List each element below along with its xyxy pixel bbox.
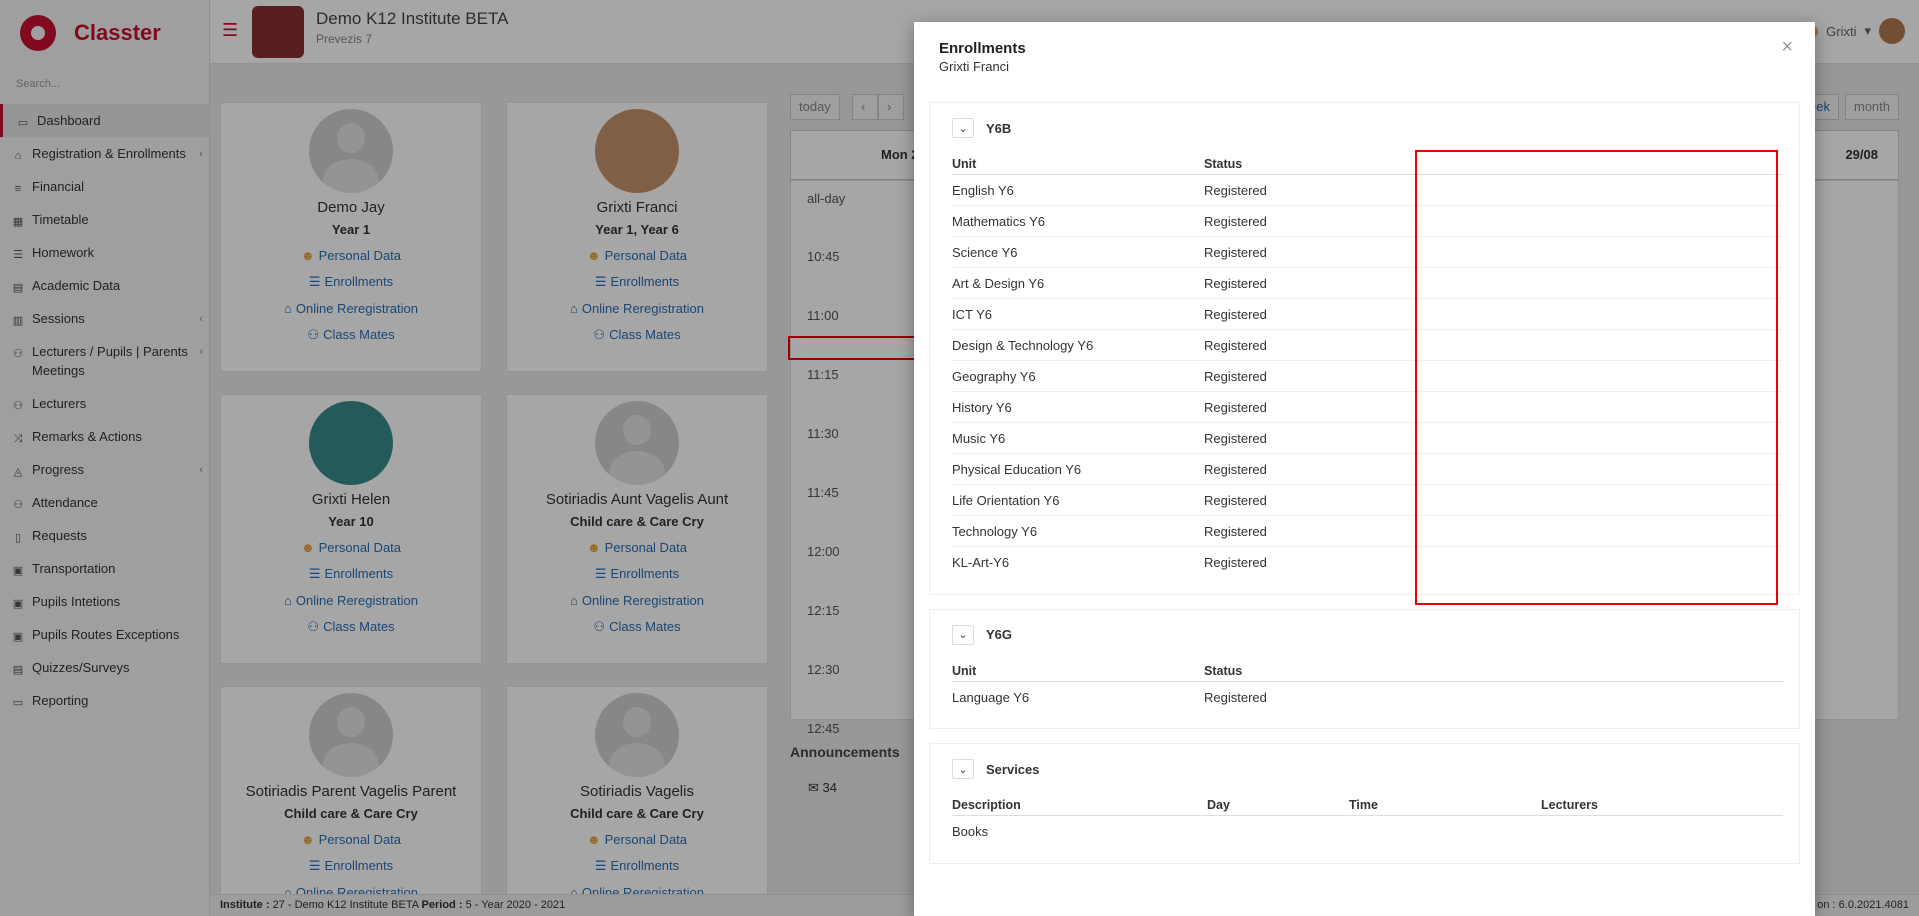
column-header: Unit [952,153,1204,175]
column-header: Status [1204,659,1783,682]
chevron-down-icon[interactable]: ⌄ [952,624,974,645]
unit-cell: ICT Y6 [952,298,1204,330]
modal-subtitle: Grixti Franci [939,59,1010,74]
table-cell: Books [952,824,989,840]
table-cell [1207,816,1349,847]
close-icon[interactable]: × [1781,36,1793,59]
section-title: Y6B [986,120,1012,136]
unit-cell: English Y6 [952,174,1204,206]
unit-cell: KL-Art-Y6 [952,555,1010,571]
table-row: Books [952,816,1783,847]
chevron-down-icon[interactable]: ⌄ [952,759,974,779]
column-header: Lecturers [1541,794,1783,816]
table-row: Language Y6 Registered [952,681,1783,712]
column-header: Unit [952,659,1204,682]
section-title: Services [986,761,1040,777]
column-header: Description [952,794,1207,816]
unit-cell: Physical Education Y6 [952,453,1204,485]
services-table: Description Day Time Lecturers Books [952,794,1783,847]
column-header: Day [1207,794,1349,816]
modal-title: Enrollments [939,40,1026,57]
section-title: Y6G [986,627,1013,642]
chevron-down-icon[interactable]: ⌄ [952,118,974,138]
highlight-annotation-box [1415,150,1778,605]
unit-cell: History Y6 [952,391,1204,423]
services-section: ⌄ Services Description Day Time Lecturer… [929,743,1800,864]
unit-cell: Language Y6 [952,689,1030,705]
unit-cell: Art & Design Y6 [952,267,1204,299]
unit-cell: Geography Y6 [952,360,1204,392]
enrollment-section: ⌄ Y6G Unit Status Language Y6 Registered [929,608,1800,729]
unit-cell: Mathematics Y6 [952,205,1204,237]
unit-cell: Science Y6 [952,236,1204,268]
unit-cell: Life Orientation Y6 [952,484,1204,516]
status-cell: Registered [1204,689,1267,705]
table-cell [1541,816,1783,847]
unit-cell: Technology Y6 [952,515,1204,547]
unit-cell: Design & Technology Y6 [952,329,1204,361]
table-cell [1349,816,1541,847]
unit-cell: Music Y6 [952,422,1204,454]
enrollment-table: Unit Status Language Y6 Registered [952,659,1783,713]
column-header: Time [1349,794,1541,816]
